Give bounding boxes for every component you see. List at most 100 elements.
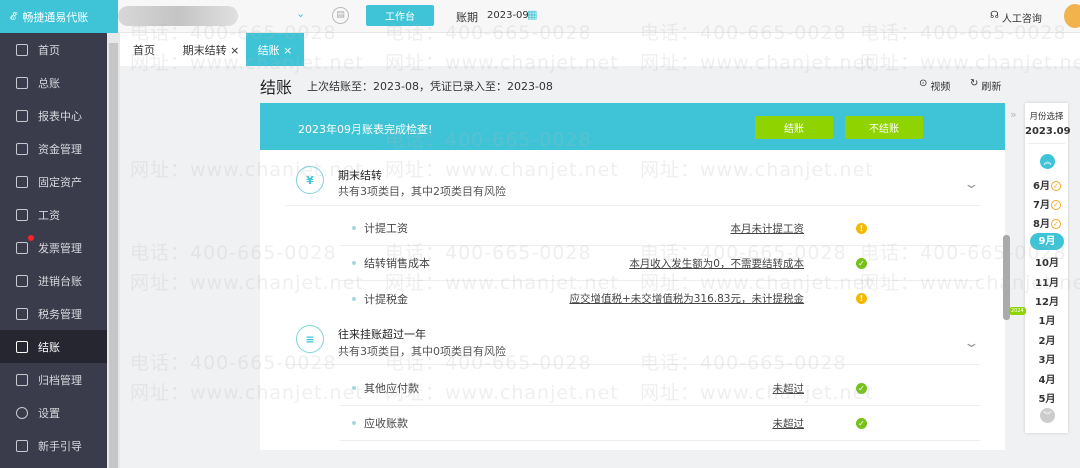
detail-link[interactable]: 未超过 (773, 381, 805, 396)
chevron-down-icon[interactable]: ︾ (1040, 408, 1055, 423)
tax-icon (16, 307, 28, 320)
chart-icon (16, 109, 28, 122)
ledger-icon (16, 76, 28, 89)
calendar-icon[interactable]: ▦ (527, 8, 537, 21)
sidebar-scrollbar[interactable] (107, 33, 120, 468)
sidebar-item-reports[interactable]: 报表中心 (0, 99, 107, 132)
sidebar-item-tax[interactable]: 税务管理 (0, 297, 107, 330)
divider (1028, 143, 1065, 144)
check-icon: ✓ (856, 382, 867, 394)
warning-icon: ! (856, 293, 867, 304)
sidebar: 首页 总账 报表中心 资金管理 固定资产 工资 发票管理 进销台账 税务管理 结… (0, 33, 107, 468)
period-label: 账期 (456, 11, 478, 24)
headset-icon: ☊ (990, 10, 999, 21)
checked-icon: ✓ (1050, 181, 1061, 191)
salary-icon (16, 208, 28, 221)
divider (285, 364, 980, 365)
support-link[interactable]: ☊ 人工咨询 (990, 10, 1042, 25)
tab-closing[interactable]: 结账 × (246, 33, 304, 66)
notification-dot (28, 235, 34, 241)
month-panel-title: 月份选择 (1029, 112, 1064, 122)
month-item[interactable]: 12月 (1030, 293, 1064, 308)
month-item[interactable]: 3月 (1030, 351, 1064, 366)
list-item: 应收账款 未超过 ✓ (340, 406, 980, 441)
chevron-down-icon[interactable]: ⌄ (963, 336, 979, 351)
detail-link[interactable]: 未超过 (773, 416, 805, 431)
archive-icon (16, 373, 28, 386)
refresh-icon: ↻ (970, 78, 979, 89)
month-item[interactable]: 4月 (1030, 371, 1064, 386)
section-subtitle: 共有3项类目，其中0项类目有风险 (338, 345, 506, 358)
inventory-icon (16, 274, 28, 287)
chevron-up-icon[interactable]: ︽ (1040, 154, 1055, 169)
video-button[interactable]: ⊙ 视频 (919, 78, 950, 93)
list-item: 计提工资 本月未计提工资! (340, 211, 980, 246)
tab-period-end[interactable]: 期末结转 × (178, 33, 244, 66)
building-icon (16, 175, 28, 188)
month-item[interactable]: 6月 ✓ (1030, 177, 1064, 192)
company-selector[interactable] (118, 6, 238, 26)
check-icon: ✓ (856, 417, 867, 429)
page-title: 结账 (260, 78, 293, 97)
checked-icon: ✓ (1050, 219, 1061, 229)
checked-icon: ✓ (1050, 200, 1061, 210)
year-badge: 2024 (1009, 307, 1026, 315)
chevron-down-icon[interactable]: ⌄ (296, 7, 305, 20)
closing-icon (16, 340, 28, 353)
logo-icon: 𝓔 (10, 9, 17, 23)
close-accounts-button[interactable]: 结账 (755, 116, 833, 139)
list-item: 计提税金 应交增值税+未交增值税为316.83元，未计提税金! (340, 281, 980, 316)
play-circle-icon: ⊙ (919, 78, 928, 89)
sidebar-item-settings[interactable]: 设置 (0, 396, 107, 429)
warning-icon: ! (856, 222, 867, 234)
month-item[interactable]: 11月 (1030, 274, 1064, 289)
calendar-icon[interactable]: ▤ (332, 7, 349, 24)
month-item[interactable]: 2月 (1030, 332, 1064, 347)
month-panel-current: 2023.09 (1025, 126, 1071, 137)
transfer-icon: ¥ (296, 166, 324, 194)
page-subtitle: 上次结账至：2023-08，凭证已录入至：2023-08 (307, 80, 553, 93)
sidebar-item-home[interactable]: 首页 (0, 33, 107, 66)
sidebar-item-ledger[interactable]: 总账 (0, 66, 107, 99)
section-title: 期末结转 (338, 169, 382, 182)
list-item: 结转销售成本 本月收入发生额为0，不需要结转成本 ✓ (340, 246, 980, 281)
detail-link[interactable]: 本月收入发生额为0，不需要结转成本 (629, 256, 804, 271)
sidebar-item-invoice[interactable]: 发票管理 (0, 231, 107, 264)
list-item: 其他应付款 未超过 ✓ (340, 371, 980, 406)
month-item[interactable]: 5月 (1030, 390, 1064, 405)
collapse-icon[interactable]: » (1010, 108, 1017, 121)
sidebar-item-archive[interactable]: 归档管理 (0, 363, 107, 396)
month-item[interactable]: 7月 ✓ (1030, 196, 1064, 211)
invoice-icon (16, 241, 28, 254)
avatar[interactable] (1064, 4, 1080, 28)
play-icon (16, 439, 28, 452)
month-item[interactable]: 1月 (1030, 312, 1064, 327)
sidebar-item-salary[interactable]: 工资 (0, 198, 107, 231)
gear-icon (16, 406, 28, 419)
month-item[interactable]: 8月 ✓ (1030, 215, 1064, 230)
section-subtitle: 共有3项类目，其中2项类目有风险 (338, 185, 506, 198)
logo[interactable]: 𝓔 畅捷通易代账 (0, 0, 118, 33)
document-icon: ≡ (296, 325, 324, 353)
divider (285, 205, 980, 206)
sidebar-item-closing[interactable]: 结账 (0, 330, 107, 363)
refresh-button[interactable]: ↻ 刷新 (970, 78, 1001, 93)
banner-text: 2023年09月账表完成检查! (298, 123, 433, 136)
month-item-selected[interactable]: 9月 (1030, 233, 1064, 250)
check-icon: ✓ (856, 257, 867, 269)
home-icon (16, 43, 28, 56)
detail-link[interactable]: 本月未计提工资 (731, 221, 805, 236)
workbench-button[interactable]: 工作台 (366, 5, 434, 26)
period-value[interactable]: 2023-09 (487, 10, 529, 21)
sidebar-item-funds[interactable]: 资金管理 (0, 132, 107, 165)
month-item[interactable]: 10月 (1030, 254, 1064, 269)
tab-home[interactable]: 首页 (124, 33, 164, 66)
section-title: 往来挂账超过一年 (338, 328, 426, 341)
chevron-down-icon[interactable]: ⌄ (963, 177, 979, 192)
money-icon (16, 142, 28, 155)
skip-closing-button[interactable]: 不结账 (845, 116, 923, 139)
sidebar-item-inventory[interactable]: 进销台账 (0, 264, 107, 297)
detail-link[interactable]: 应交增值税+未交增值税为316.83元，未计提税金 (569, 291, 804, 306)
sidebar-item-guide[interactable]: 新手引导 (0, 429, 107, 462)
sidebar-item-fixed-assets[interactable]: 固定资产 (0, 165, 107, 198)
